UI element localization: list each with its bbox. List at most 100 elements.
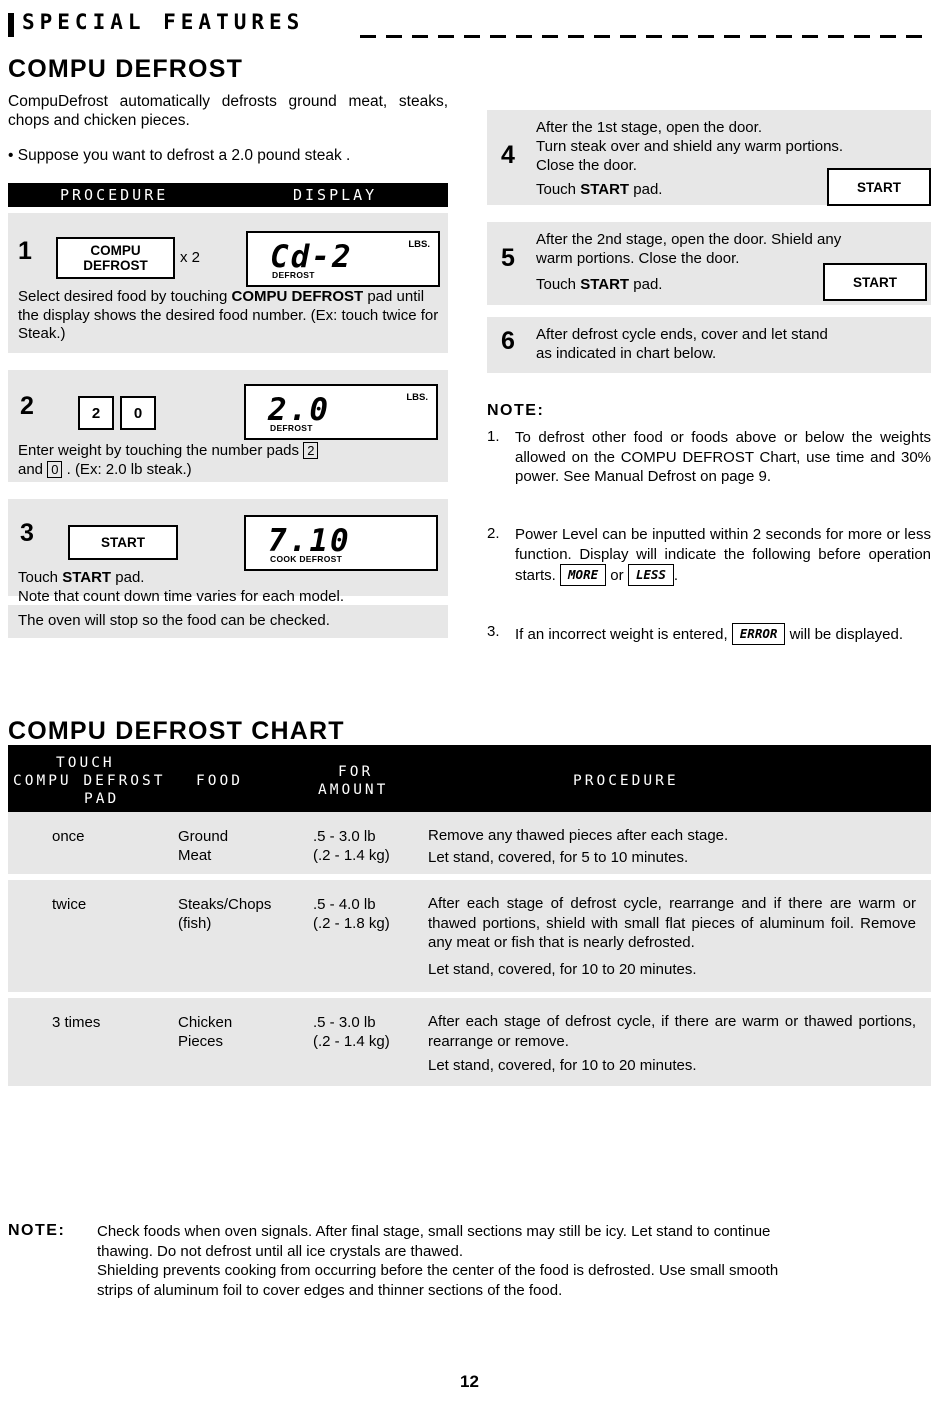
bottom-note-line3: Shielding prevents cooking from occurrin… [97, 1262, 779, 1279]
start-bold: START [62, 569, 112, 586]
chart-header-food: FOOD [196, 773, 243, 789]
note-heading: NOTE: [487, 402, 545, 419]
step-3-instruction-line2: Note that count down time varies for eac… [18, 588, 345, 605]
step-4-line3: Close the door. [536, 157, 637, 174]
less-display-indicator: LESS [627, 564, 674, 586]
step-number: 1 [18, 237, 32, 265]
start-bold: START [580, 181, 630, 198]
pad-label: START [857, 179, 901, 195]
note-item-2-number: 2. [487, 525, 500, 542]
step-number: 4 [501, 141, 515, 169]
chart-touch-value: once [52, 828, 85, 845]
start-pad[interactable]: START [823, 263, 927, 301]
chart-procedure-line1: After each stage of defrost cycle, if th… [428, 1013, 916, 1050]
key-label: 0 [133, 404, 143, 422]
procedure-step-2: 2 2 0 2.0 LBS. DEFROST Enter weight by t… [8, 370, 448, 482]
pad-label: START [101, 535, 145, 550]
right-step-6: 6 After defrost cycle ends, cover and le… [487, 317, 931, 373]
error-display-indicator: ERROR [731, 623, 786, 645]
step-1-instruction: Select desired food by touching COMPU DE… [18, 288, 439, 342]
chart-procedure-line1: Remove any thawed pieces after each stag… [428, 827, 729, 844]
chart-title: COMPU DEFROST CHART [8, 717, 345, 745]
pad-label-line2: DEFROST [83, 258, 148, 273]
header-dashed-rule [360, 35, 931, 38]
step-2-instruction: Enter weight by touching the number pads… [18, 442, 443, 479]
header-accent-bar [8, 13, 14, 37]
number-pad-0[interactable]: 0 [120, 396, 156, 430]
display-defrost-indicator: DEFROST [270, 423, 313, 433]
chart-amount-line1: .5 - 3.0 lb [313, 828, 376, 845]
right-step-4: 4 After the 1st stage, open the door. Tu… [487, 110, 931, 206]
chart-procedure-line2: Let stand, covered, for 5 to 10 minutes. [428, 849, 689, 866]
chart-amount-line2: (.2 - 1.8 kg) [313, 915, 390, 932]
procedure-step-1: 1 COMPU DEFROST x 2 Cd-2 LBS. DEFROST Se… [8, 213, 448, 353]
chart-amount-line1: .5 - 4.0 lb [313, 896, 376, 913]
chart-header-touch-line1: TOUCH [56, 755, 115, 771]
chart-food-line1: Steaks/Chops [178, 896, 272, 913]
chart-food-line1: Chicken [178, 1014, 233, 1031]
note-item-1-text: To defrost other food or foods above or … [515, 429, 931, 485]
display-step-1: Cd-2 LBS. DEFROST [246, 231, 440, 287]
display-column-label: DISPLAY [293, 186, 378, 204]
chart-header-amount-line2: AMOUNT [318, 782, 389, 798]
bottom-note-line1: Check foods when oven signals. After fin… [97, 1223, 771, 1240]
bottom-note-line2: thawing. Do not defrost until all ice cr… [97, 1242, 464, 1260]
note-3-text-b: will be displayed. [789, 626, 903, 643]
procedure-footer-note: The oven will stop so the food can be ch… [8, 605, 448, 638]
chart-food-line1: Ground [178, 828, 229, 845]
display-cook-defrost-indicator: COOK DEFROST [270, 554, 343, 564]
step-number: 2 [20, 392, 34, 420]
display-step-3: 7.10 COOK DEFROST [244, 515, 438, 571]
chart-header-row: TOUCH COMPU DEFROST PAD FOOD FOR AMOUNT … [8, 748, 931, 812]
chart-amount-line2: (.2 - 1.4 kg) [313, 847, 390, 864]
bottom-note-body: Check foods when oven signals. After fin… [97, 1222, 931, 1300]
chart-food-line2: Meat [178, 847, 212, 864]
inline-key-0: 0 [47, 460, 63, 478]
note-item-1-number: 1. [487, 428, 500, 445]
note-3-text-a: If an incorrect weight is entered, [515, 626, 728, 643]
page-title: COMPU DEFROST [8, 55, 244, 83]
chart-food-line2: (fish) [178, 915, 212, 932]
compu-defrost-pad[interactable]: COMPU DEFROST [56, 237, 175, 279]
step-4-line1: After the 1st stage, open the door. [536, 119, 762, 136]
table-row: twice Steaks/Chops (fish) .5 - 4.0 lb (.… [8, 880, 931, 998]
step-number: 5 [501, 244, 515, 272]
chart-procedure-line2: Let stand, covered, for 10 to 20 minutes… [428, 961, 697, 978]
step-6-line2: as indicated in chart below. [536, 345, 717, 362]
chart-touch-value: 3 times [52, 1014, 101, 1031]
chart-amount-line2: (.2 - 1.4 kg) [313, 1033, 390, 1050]
display-defrost-indicator: DEFROST [272, 270, 315, 280]
step-3-instruction-line1: Touch START pad. [18, 569, 145, 586]
start-pad[interactable]: START [68, 525, 178, 560]
procedure-column-label: PROCEDURE [60, 186, 169, 204]
chart-procedure-line2: Let stand, covered, for 10 to 20 minutes… [428, 1057, 697, 1074]
start-pad[interactable]: START [827, 168, 931, 206]
display-lbs-indicator: LBS. [408, 239, 430, 250]
pad-label-line1: COMPU [90, 243, 141, 258]
number-pad-2[interactable]: 2 [78, 396, 114, 430]
start-bold: START [580, 276, 630, 293]
compu-defrost-chart: TOUCH COMPU DEFROST PAD FOOD FOR AMOUNT … [8, 748, 931, 1086]
inline-key-2: 2 [303, 442, 319, 459]
bottom-note-line4: strips of aluminum foil to cover edges a… [97, 1281, 563, 1299]
procedure-table-header: PROCEDURE DISPLAY [8, 183, 448, 207]
display-step-2: 2.0 LBS. DEFROST [244, 384, 438, 440]
note-2-or: or [610, 567, 624, 584]
intro-bullet: • Suppose you want to defrost a 2.0 poun… [8, 147, 351, 164]
header-title: SPECIAL FEATURES [22, 10, 305, 34]
display-lbs-indicator: LBS. [406, 392, 428, 403]
chart-procedure-line1: After each stage of defrost cycle, rearr… [428, 895, 916, 951]
step-5-line3: Touch START pad. [536, 276, 663, 293]
procedure-step-3: 3 START 7.10 COOK DEFROST Touch START pa… [8, 499, 448, 605]
compu-defrost-bold: COMPU DEFROST [231, 288, 364, 305]
table-row: once Ground Meat .5 - 3.0 lb (.2 - 1.4 k… [8, 812, 931, 880]
step-5-line2: warm portions. Close the door. [536, 250, 740, 267]
key-label: 2 [91, 404, 101, 422]
chart-header-procedure: PROCEDURE [573, 773, 679, 789]
step-6-line1: After defrost cycle ends, cover and let … [536, 326, 828, 343]
note-item-3-number: 3. [487, 623, 500, 640]
pad-press-count: x 2 [180, 249, 201, 266]
intro-paragraph: CompuDefrost automatically defrosts grou… [8, 93, 448, 129]
right-step-5: 5 After the 2nd stage, open the door. Sh… [487, 222, 931, 305]
step-number: 3 [20, 519, 34, 547]
